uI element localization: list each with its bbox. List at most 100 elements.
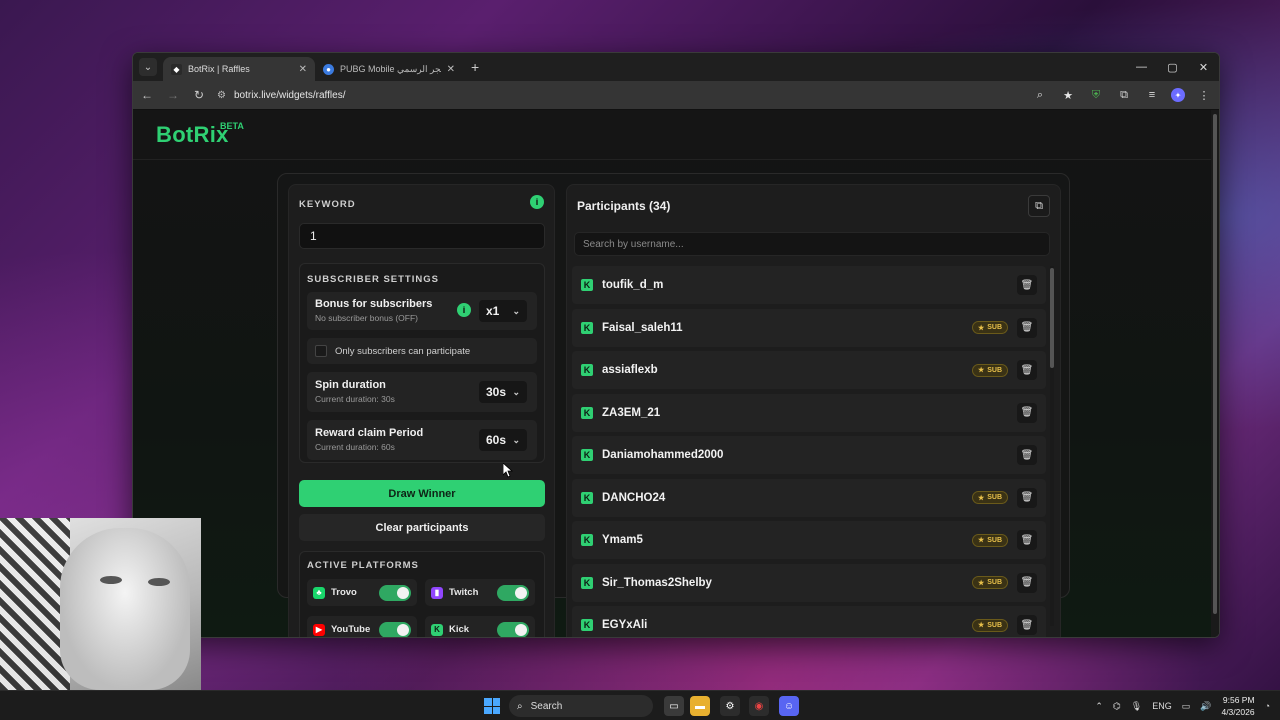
sub-badge: ★ SUB xyxy=(971,321,1008,334)
close-icon[interactable]: ✕ xyxy=(447,64,455,75)
sub-badge: ★ SUB xyxy=(971,533,1008,547)
star-icon: ★ xyxy=(977,494,985,502)
bonus-value: x1 xyxy=(486,304,500,318)
draw-winner-button[interactable]: Draw Winner xyxy=(299,480,545,507)
info-icon[interactable]: i xyxy=(530,195,544,209)
search-icon: ⌕ xyxy=(517,700,523,712)
site-header: BotRix BETA xyxy=(133,110,1219,160)
mouse-cursor xyxy=(502,462,514,483)
keyword-input[interactable]: 1 xyxy=(299,223,545,249)
star-icon: ★ xyxy=(977,537,985,544)
twitch-toggle[interactable] xyxy=(497,584,529,601)
chevron-down-icon: ⌄ xyxy=(512,386,520,397)
keyword-label: KEYWORD xyxy=(299,199,356,210)
file-explorer-icon[interactable]: ▬ xyxy=(690,696,710,716)
url-field[interactable]: ⚙ botrix.live/widgets/raffles/ xyxy=(217,90,1021,101)
task-view-icon[interactable]: ▭ xyxy=(664,696,684,716)
extension-shield-icon[interactable]: ⛨ xyxy=(1087,89,1105,102)
url-text: botrix.live/widgets/raffles/ xyxy=(233,89,346,101)
trash-icon[interactable]: 🗑 xyxy=(1017,530,1037,550)
trovo-toggle[interactable] xyxy=(379,584,411,601)
page-scrollbar[interactable] xyxy=(1211,110,1219,637)
chevron-up-icon[interactable]: ⌃ xyxy=(1095,701,1103,712)
participant-row: K EGYxAli ★ SUB 🗑 xyxy=(572,606,1046,637)
trash-icon[interactable]: 🗑 xyxy=(1017,445,1037,465)
menu-kebab-icon[interactable]: ⋮ xyxy=(1195,89,1213,102)
tab-title: PUBG Mobile لـ المتجر الرسمي | xyxy=(340,63,441,74)
language-indicator[interactable]: ENG xyxy=(1152,701,1172,711)
sub-badge: ★ SUB xyxy=(971,363,1008,377)
back-icon[interactable]: ← xyxy=(139,88,155,102)
tab-botrix-raffles[interactable]: ◆ BotRix | Raffles ✕ xyxy=(163,57,315,81)
tab-pubg-store[interactable]: ● PUBG Mobile لـ المتجر الرسمي | ✕ xyxy=(315,57,463,81)
youtube-toggle[interactable] xyxy=(379,621,411,637)
site-settings-icon[interactable]: ⚙ xyxy=(217,90,226,101)
browser-window: ⌄ ◆ BotRix | Raffles ✕ ● PUBG Mobile لـ … xyxy=(132,52,1220,638)
botrix-logo[interactable]: BotRix xyxy=(156,122,229,148)
participants-panel: Participants (34) ⧉ Search by username..… xyxy=(566,184,1061,637)
new-tab-icon[interactable]: + xyxy=(471,59,479,75)
profile-avatar-icon[interactable]: ✦ xyxy=(1171,88,1185,102)
only-subscribers-label: Only subscribers can participate xyxy=(335,346,471,357)
settings-icon[interactable]: ⚙ xyxy=(720,696,740,716)
trash-icon[interactable]: 🗑 xyxy=(1017,572,1037,593)
only-subscribers-checkbox[interactable] xyxy=(315,345,327,357)
reward-period-select[interactable]: 60s ⌄ xyxy=(479,429,527,451)
forward-icon[interactable]: → xyxy=(165,88,181,102)
raffle-widget: KEYWORD i 1 SUBSCRIBER SETTINGS Bonus fo… xyxy=(277,173,1070,637)
kick-toggle[interactable] xyxy=(497,621,529,637)
network-icon[interactable]: ⌬ xyxy=(1113,701,1121,712)
trash-icon[interactable]: 🗑 xyxy=(1017,275,1037,295)
settings-panel: KEYWORD i 1 SUBSCRIBER SETTINGS Bonus fo… xyxy=(288,184,555,637)
microphone-icon[interactable]: 🎙 xyxy=(1131,701,1142,712)
list-scrollbar[interactable] xyxy=(1050,266,1054,626)
copy-icon[interactable]: ⧉ xyxy=(1028,195,1050,217)
info-icon[interactable]: i xyxy=(457,303,471,317)
bookmark-star-icon[interactable]: ★ xyxy=(1059,89,1077,102)
search-label: Search xyxy=(530,700,563,712)
extensions-puzzle-icon[interactable]: ⧉ xyxy=(1115,89,1133,102)
trash-icon[interactable]: 🗑 xyxy=(1017,615,1037,635)
trash-icon[interactable]: 🗑 xyxy=(1017,360,1037,380)
notification-icon[interactable]: ◔ xyxy=(1265,701,1270,711)
bonus-multiplier-select[interactable]: x1 ⌄ xyxy=(479,300,527,322)
close-icon[interactable]: ✕ xyxy=(299,64,307,75)
platform-youtube: ▶ YouTube xyxy=(307,616,417,637)
tab-search-icon[interactable]: ⌄ xyxy=(139,58,157,76)
chrome-icon[interactable]: ◉ xyxy=(749,696,769,716)
participant-row: K Daniamohammed2000 🗑 xyxy=(572,436,1046,474)
start-windows-icon[interactable] xyxy=(484,698,500,714)
reward-title: Reward claim Period xyxy=(315,427,424,439)
volume-icon[interactable]: 🔊 xyxy=(1200,701,1211,712)
windows-taskbar: ⌕ Search ▭ ▬ ⚙ ◉ ☺ ⌃ ⌬ 🎙 ENG ▭ 🔊 9:56 PM… xyxy=(0,690,1280,720)
close-window-icon[interactable]: ✕ xyxy=(1188,53,1219,81)
participants-list: Ktoufik_d_m 🗑 K Faisal_saleh11 ★ SUB 🗑 Kassiafl… xyxy=(572,266,1046,637)
display-icon[interactable]: ▭ xyxy=(1182,701,1191,712)
participant-username: Sir_Thomas2Shelby xyxy=(602,576,712,589)
bonus-for-subscribers: Bonus for subscribers No subscriber bonu… xyxy=(307,292,537,330)
kick-icon: K xyxy=(581,364,593,376)
clock[interactable]: 9:56 PM 4/3/2026 xyxy=(1221,694,1254,718)
address-bar: ← → ↻ ⚙ botrix.live/widgets/raffles/ ⌕ ★… xyxy=(133,81,1219,109)
maximize-icon[interactable]: ▢ xyxy=(1157,53,1188,81)
minimize-icon[interactable]: — xyxy=(1126,53,1157,81)
trash-icon[interactable]: 🗑 xyxy=(1017,487,1037,508)
discord-icon[interactable]: ☺ xyxy=(779,696,799,716)
participant-username: Daniamohammed2000 xyxy=(602,449,724,461)
taskbar-search[interactable]: ⌕ Search xyxy=(509,695,653,717)
reload-icon[interactable]: ↻ xyxy=(191,88,207,102)
search-username-input[interactable]: Search by username... xyxy=(574,232,1050,256)
sub-badge-label: SUB xyxy=(987,536,1002,544)
trash-icon[interactable]: 🗑 xyxy=(1017,402,1037,423)
zoom-icon[interactable]: ⌕ xyxy=(1031,89,1049,102)
subscriber-settings: SUBSCRIBER SETTINGS Bonus for subscriber… xyxy=(299,263,545,463)
clear-participants-button[interactable]: Clear participants xyxy=(299,514,545,541)
platform-name: YouTube xyxy=(331,624,371,635)
reading-list-icon[interactable]: ≡ xyxy=(1143,89,1161,101)
sub-badge: ★ SUB xyxy=(971,491,1008,504)
star-icon: ★ xyxy=(977,324,985,332)
only-subscribers-option[interactable]: Only subscribers can participate xyxy=(307,338,537,364)
tab-bar: ⌄ ◆ BotRix | Raffles ✕ ● PUBG Mobile لـ … xyxy=(133,53,1219,81)
spin-duration-select[interactable]: 30s ⌄ xyxy=(479,381,527,403)
trash-icon[interactable]: 🗑 xyxy=(1017,317,1037,338)
